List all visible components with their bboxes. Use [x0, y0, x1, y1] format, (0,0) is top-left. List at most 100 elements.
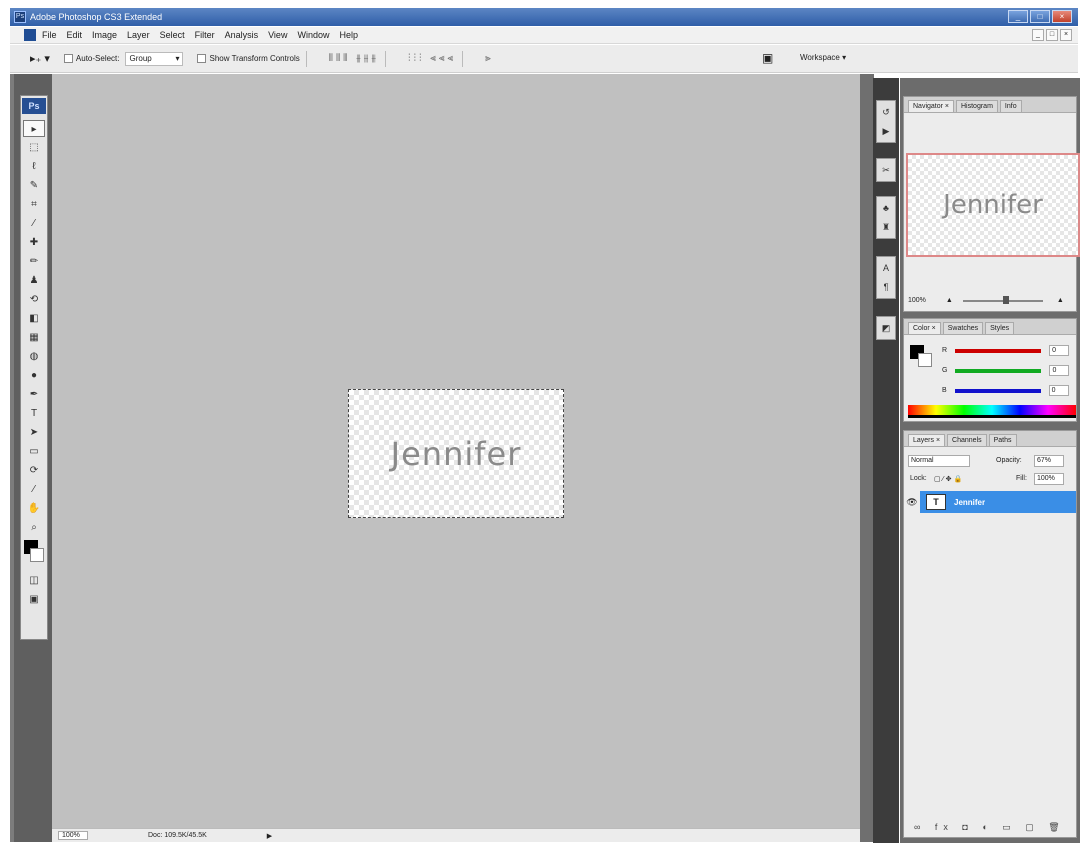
shape-tool-icon[interactable]: ▭ [23, 443, 45, 460]
3d-rotate-tool-icon[interactable]: ⟳ [23, 462, 45, 479]
zoom-field[interactable]: 100% [58, 831, 88, 840]
paragraph-icon[interactable]: ¶ [878, 279, 894, 295]
doc-minimize-button[interactable]: _ [1032, 29, 1044, 41]
character-icon[interactable]: A [878, 260, 894, 276]
color-g-value[interactable]: 0 [1049, 365, 1070, 376]
tab-color[interactable]: Color × [908, 322, 941, 334]
actions-icon[interactable]: ▶ [878, 123, 894, 139]
auto-align-icon[interactable]: ⫸ [485, 53, 494, 64]
healing-brush-tool-icon[interactable]: ✚ [23, 234, 45, 251]
tab-paths[interactable]: Paths [988, 434, 1017, 446]
tab-info[interactable]: Info [999, 100, 1022, 112]
gradient-tool-icon[interactable]: ▦ [23, 329, 45, 346]
history-brush-tool-icon[interactable]: ⟲ [23, 291, 45, 308]
zoom-out-icon[interactable]: ▲ [946, 297, 953, 304]
blend-mode-dropdown[interactable]: Normal [908, 455, 970, 467]
magic-wand-tool-icon[interactable]: ✎ [23, 177, 45, 194]
tab-swatches[interactable]: Swatches [942, 322, 984, 334]
menu-help[interactable]: Help [339, 30, 358, 40]
show-transform-checkbox[interactable] [197, 54, 207, 63]
color-r-slider[interactable] [955, 348, 1042, 353]
bridge-icon[interactable]: ▣ [762, 51, 773, 65]
ps-menu-icon[interactable] [24, 29, 36, 41]
eyedropper-tool-icon[interactable]: ⁄ [23, 481, 45, 498]
color-panel: Color × Swatches Styles R 0 G 0 B 0 [903, 318, 1077, 422]
close-button[interactable]: × [1052, 10, 1072, 23]
color-r-label: R [942, 347, 948, 354]
menu-view[interactable]: View [268, 30, 287, 40]
zoom-tool-icon[interactable]: ⌕ [23, 519, 45, 536]
navigator-preview[interactable]: Jennifer [906, 153, 1080, 257]
path-selection-tool-icon[interactable]: ➤ [23, 424, 45, 441]
doc-info[interactable]: Doc: 109.5K/45.5K [148, 832, 207, 839]
color-r-value[interactable]: 0 [1049, 345, 1070, 356]
minimize-button[interactable]: _ [1008, 10, 1028, 23]
menu-filter[interactable]: Filter [195, 30, 215, 40]
type-tool-icon[interactable]: T [23, 405, 45, 422]
tab-navigator[interactable]: Navigator × [908, 100, 954, 112]
color-g-slider[interactable] [955, 368, 1042, 373]
auto-select-dropdown[interactable]: Group [125, 51, 184, 66]
tab-histogram[interactable]: Histogram [956, 100, 998, 112]
opacity-field[interactable]: 67% [1034, 455, 1064, 467]
eraser-tool-icon[interactable]: ◧ [23, 310, 45, 327]
auto-select-checkbox[interactable] [63, 54, 73, 63]
window-title: Adobe Photoshop CS3 Extended [30, 12, 163, 22]
color-b-value[interactable]: 0 [1048, 385, 1069, 396]
document-workspace[interactable]: Jennifer [52, 74, 860, 828]
maximize-button[interactable]: □ [1030, 10, 1050, 23]
crop-tool-icon[interactable]: ⌗ [23, 196, 45, 213]
zoom-slider[interactable] [962, 295, 1043, 304]
tool-presets-icon[interactable]: ✂ [878, 162, 894, 178]
fill-field[interactable]: 100% [1034, 473, 1064, 485]
background-color-swatch[interactable] [30, 548, 44, 562]
tab-channels[interactable]: Channels [947, 434, 987, 446]
color-spectrum[interactable] [908, 405, 1076, 415]
blur-tool-icon[interactable]: ◍ [23, 348, 45, 365]
status-menu-arrow[interactable]: ▶ [267, 832, 272, 840]
lock-icons[interactable]: ▢ ⁄ ✥ 🔒 [934, 475, 962, 483]
workspace-menu[interactable]: Workspace ▾ [800, 53, 846, 62]
screen-mode-icon[interactable]: ▣ [23, 591, 45, 608]
clone-source-icon[interactable]: ♜ [878, 219, 894, 235]
pen-tool-icon[interactable]: ✒ [23, 386, 45, 403]
move-tool-icon[interactable]: ▸ [23, 120, 45, 137]
color-b-slider[interactable] [954, 388, 1041, 393]
color-spectrum-dark[interactable] [908, 415, 1076, 418]
layer-visibility-eye-icon[interactable]: 👁 [904, 491, 920, 513]
lasso-tool-icon[interactable]: ℓ [23, 158, 45, 175]
layer-row-jennifer[interactable]: 👁 T Jennifer [904, 491, 1076, 513]
move-tool-preset-icon[interactable]: ▸₊ ▾ [30, 52, 50, 65]
menu-analysis[interactable]: Analysis [225, 30, 259, 40]
layer-comps-icon[interactable]: ◩ [878, 320, 894, 336]
layers-footer-icons[interactable]: ∞ fx ◘ ◐ ▭ ▢ 🗑 [914, 822, 1066, 833]
zoom-slider-knob[interactable] [1002, 295, 1009, 304]
menu-select[interactable]: Select [160, 30, 185, 40]
color-bg-swatch[interactable] [918, 353, 932, 367]
menu-window[interactable]: Window [297, 30, 329, 40]
align-icons[interactable]: ⫴⫴⫴ ⫵⫵⫵ [329, 53, 379, 64]
marquee-tool-icon[interactable]: ⬚ [23, 139, 45, 156]
menu-image[interactable]: Image [92, 30, 117, 40]
clone-stamp-tool-icon[interactable]: ♟ [23, 272, 45, 289]
history-icon[interactable]: ↺ [878, 104, 894, 120]
menu-edit[interactable]: Edit [67, 30, 83, 40]
quick-mask-icon[interactable]: ◫ [23, 572, 45, 589]
distribute-icons[interactable]: ⫶⫶⫶ ⫷⫷⫷ [408, 53, 456, 64]
menu-file[interactable]: File [42, 30, 57, 40]
dodge-tool-icon[interactable]: ● [23, 367, 45, 384]
collapsed-dock: ↺ ▶ ✂ ♣ ♜ A ¶ ◩ [873, 78, 899, 843]
tab-styles[interactable]: Styles [985, 322, 1015, 334]
document-canvas[interactable]: Jennifer [348, 389, 564, 518]
navigator-zoom-value[interactable]: 100% [908, 297, 926, 304]
slice-tool-icon[interactable]: ⁄ [23, 215, 45, 232]
brushes-icon[interactable]: ♣ [878, 200, 894, 216]
hand-tool-icon[interactable]: ✋ [23, 500, 45, 517]
doc-restore-button[interactable]: □ [1046, 29, 1058, 41]
zoom-in-icon[interactable]: ▲ [1057, 297, 1064, 304]
canvas-text: Jennifer [390, 434, 522, 473]
menu-layer[interactable]: Layer [127, 30, 150, 40]
brush-tool-icon[interactable]: ✏ [23, 253, 45, 270]
tab-layers[interactable]: Layers × [908, 434, 946, 446]
doc-close-button[interactable]: × [1060, 29, 1072, 41]
